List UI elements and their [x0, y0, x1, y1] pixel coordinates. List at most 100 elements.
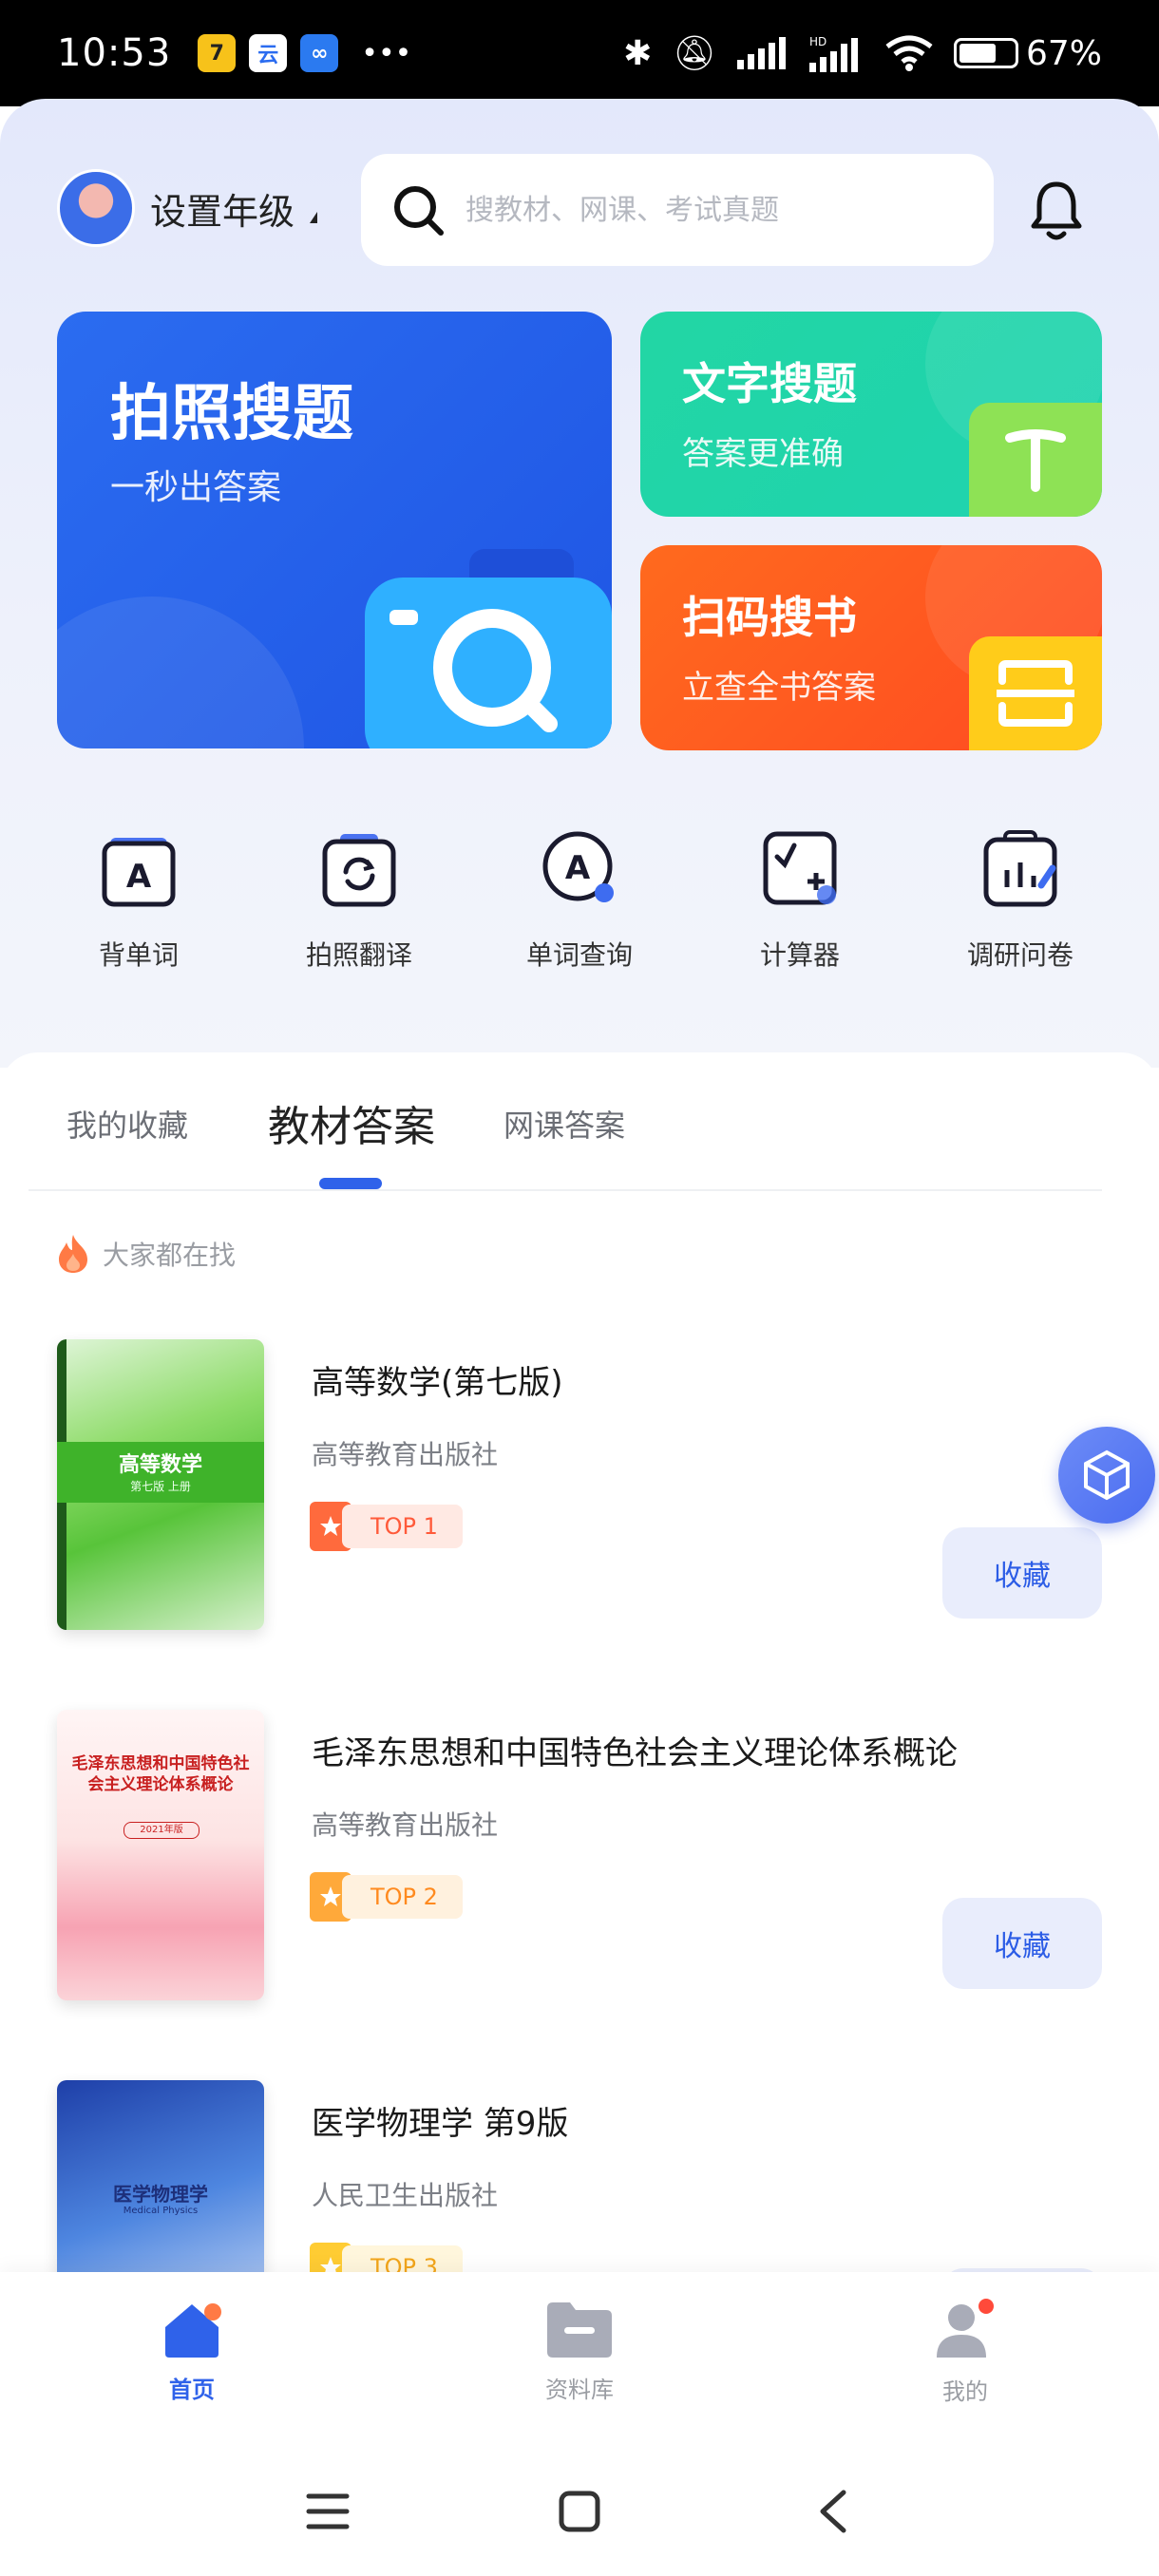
bluetooth-icon: ✱ — [623, 33, 653, 73]
home-icon — [165, 2303, 221, 2358]
bell-icon[interactable] — [1028, 179, 1085, 243]
tab-favorites[interactable]: 我的收藏 — [66, 1102, 188, 1146]
folder-icon — [547, 2302, 612, 2358]
list-item[interactable]: 高等数学 第七版 上册 高等数学(第七版) 高等教育出版社 TOP 1 收藏 — [0, 1339, 1159, 1653]
word-card-icon: A — [102, 838, 176, 907]
svg-text:A: A — [126, 858, 152, 896]
book-cover: 毛泽东思想和中国特色社会主义理论体系概论 2021年版 — [57, 1710, 264, 2000]
signal-hd-icon: HD — [808, 35, 858, 72]
grade-selector[interactable]: 设置年级 — [57, 169, 318, 247]
app-notification-icon: 7 — [198, 34, 237, 72]
cover-subtitle: 第七版 上册 — [130, 1480, 191, 1493]
avatar — [57, 169, 135, 247]
nav-label: 首页 — [169, 2377, 215, 2403]
battery-icon — [953, 38, 1018, 68]
rank-label: TOP 2 — [342, 1875, 463, 1919]
rank-badge: TOP 1 — [310, 1502, 463, 1551]
book-cover: 高等数学 第七版 上册 — [57, 1339, 264, 1630]
cover-year: 2021年版 — [124, 1822, 200, 1839]
text-search-subtitle: 答案更准确 — [682, 435, 844, 473]
camera-icon — [365, 549, 612, 748]
more-notifications-icon: ••• — [361, 36, 412, 70]
signal-icon — [736, 37, 786, 69]
cloud-app-icon: 云 — [249, 34, 288, 72]
text-badge-icon — [969, 403, 1102, 517]
system-nav-bar — [0, 2434, 1159, 2576]
photo-translate-icon — [322, 834, 396, 907]
search-input[interactable] — [466, 193, 960, 227]
tab-textbook-answers[interactable]: 教材答案 — [268, 1092, 435, 1153]
menu-icon[interactable] — [306, 2491, 350, 2532]
book-title: 毛泽东思想和中国特色社会主义理论体系概论 — [312, 1734, 958, 1772]
nav-home[interactable]: 首页 — [116, 2299, 268, 2404]
favorite-button[interactable]: 收藏 — [942, 1527, 1102, 1619]
battery-fill — [959, 44, 996, 63]
notification-icons: 7 云 ∞ ••• — [198, 34, 411, 72]
book-title: 医学物理学 第9版 — [312, 2105, 569, 2143]
letter-t-icon — [1005, 429, 1066, 492]
tool-photo-translate[interactable]: 拍照翻译 — [274, 826, 445, 973]
grade-label: 设置年级 — [150, 190, 295, 233]
book-publisher: 高等教育出版社 — [312, 1809, 499, 1841]
baidu-netdisk-icon: ∞ — [300, 34, 339, 72]
photo-search-title: 拍照搜题 — [110, 379, 353, 449]
bottom-nav: 首页 资料库 我的 — [0, 2272, 1159, 2434]
hot-section-header: 大家都在找 — [55, 1233, 236, 1275]
scan-icon — [997, 660, 1074, 727]
tool-label: 调研问卷 — [966, 939, 1074, 971]
book-publisher: 人民卫生出版社 — [312, 2180, 499, 2211]
cover-subtitle: Medical Physics — [123, 2206, 199, 2216]
mute-icon: 🔕︎ — [673, 34, 716, 73]
scan-book-subtitle: 立查全书答案 — [682, 669, 876, 707]
tab-course-answers[interactable]: 网课答案 — [504, 1102, 625, 1146]
text-search-card[interactable]: 文字搜题 答案更准确 — [640, 312, 1102, 517]
caret-icon — [310, 212, 318, 223]
card-decoration — [57, 597, 304, 748]
floating-3d-button[interactable] — [1058, 1427, 1155, 1524]
cover-title: 高等数学 — [118, 1452, 202, 1477]
tool-word-lookup[interactable]: A 单词查询 — [494, 826, 665, 973]
calculator-icon — [763, 831, 837, 905]
cube-icon — [1084, 1449, 1130, 1501]
nav-library[interactable]: 资料库 — [504, 2299, 656, 2404]
flame-icon — [59, 1235, 87, 1273]
favorite-button[interactable]: 收藏 — [942, 1898, 1102, 1989]
book-title: 高等数学(第七版) — [312, 1364, 563, 1402]
nav-label: 我的 — [942, 2378, 988, 2405]
battery-indicator: 67% — [953, 33, 1102, 73]
photo-search-card[interactable]: 拍照搜题 一秒出答案 — [57, 312, 612, 748]
tool-label: 背单词 — [98, 939, 179, 971]
search-bar[interactable] — [361, 154, 994, 266]
svg-text:A: A — [565, 849, 591, 887]
cover-title: 医学物理学 — [113, 2183, 208, 2206]
nav-label: 资料库 — [545, 2377, 614, 2403]
tool-word-card[interactable]: A 背单词 — [53, 826, 224, 973]
book-publisher: 高等教育出版社 — [312, 1439, 499, 1470]
scan-badge-icon — [969, 636, 1102, 750]
battery-percent: 67% — [1025, 33, 1102, 73]
tool-survey[interactable]: 调研问卷 — [935, 826, 1106, 973]
search-icon — [394, 186, 444, 236]
hot-section-label: 大家都在找 — [103, 1240, 237, 1271]
tool-calculator[interactable]: 计算器 — [714, 826, 885, 973]
status-time: 10:53 — [57, 31, 172, 75]
tab-indicator — [319, 1178, 382, 1189]
tool-label: 拍照翻译 — [305, 939, 412, 971]
survey-icon — [983, 830, 1057, 907]
rank-badge: TOP 2 — [310, 1872, 463, 1922]
hd-label: HD — [809, 35, 826, 48]
wifi-icon — [885, 35, 933, 71]
home-square-icon[interactable] — [559, 2491, 600, 2532]
nav-profile[interactable]: 我的 — [889, 2299, 1041, 2406]
status-bar: 10:53 7 云 ∞ ••• ✱ 🔕︎ HD 67% — [0, 0, 1159, 106]
text-search-title: 文字搜题 — [682, 358, 857, 409]
photo-search-subtitle: 一秒出答案 — [110, 468, 282, 507]
scan-book-title: 扫码搜书 — [682, 592, 857, 643]
status-right: ✱ 🔕︎ HD 67% — [623, 33, 1102, 74]
tool-label: 计算器 — [759, 939, 840, 971]
rank-label: TOP 1 — [342, 1505, 463, 1548]
scan-book-card[interactable]: 扫码搜书 立查全书答案 — [640, 545, 1102, 750]
back-icon[interactable] — [817, 2489, 849, 2534]
cover-title: 毛泽东思想和中国特色社会主义理论体系概论 — [71, 1754, 250, 1794]
list-item[interactable]: 毛泽东思想和中国特色社会主义理论体系概论 2021年版 毛泽东思想和中国特色社会… — [0, 1710, 1159, 2023]
